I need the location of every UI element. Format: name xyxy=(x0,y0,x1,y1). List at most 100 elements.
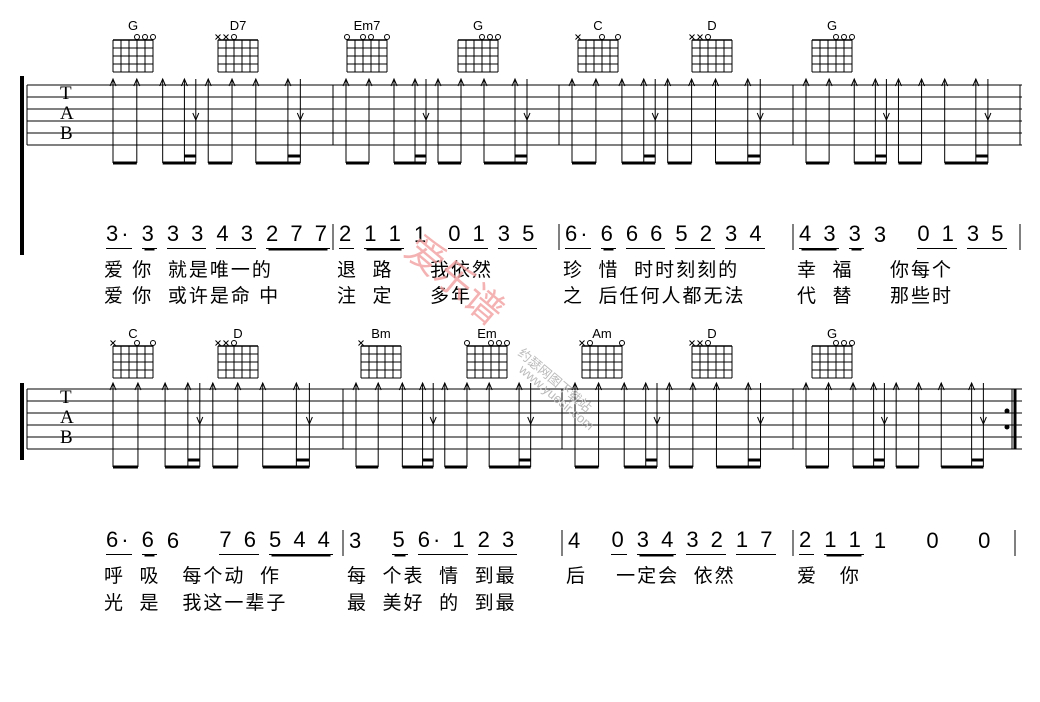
open-string-marker xyxy=(705,340,711,346)
chord-name: G xyxy=(472,18,484,33)
note-group: 3 3 xyxy=(166,222,207,249)
note-group: 2 7 7 xyxy=(266,222,330,249)
note-group: 0 1 xyxy=(917,222,957,249)
tab-clef-letter: A xyxy=(60,407,74,428)
lyric-line-2: 之 后任何人都无法 xyxy=(563,286,746,307)
open-string-marker xyxy=(495,34,501,40)
open-string-marker xyxy=(464,340,470,346)
note-group: 1 1 xyxy=(824,528,864,555)
note-group: 3 4 xyxy=(636,528,677,555)
lyric-line-1: 每 个表 情 到最 xyxy=(347,566,517,587)
note-group: 2 3 xyxy=(477,528,518,555)
note-group: 4 xyxy=(568,528,602,553)
note-group: 7 6 xyxy=(219,528,259,555)
open-string-marker xyxy=(841,34,847,40)
chord-name: Bm xyxy=(371,326,391,341)
repeat-dot xyxy=(1004,408,1010,414)
guitar-tab-sheet: T A B G D7 Em7 G C D G 3· 3 3 34 32 7 7爱 你 就是唯一的爱 你 … xyxy=(0,0,1040,702)
note-group: 6 xyxy=(141,528,157,555)
lyric-line-1: 幸 福 你每个 xyxy=(797,260,953,281)
chord-name: Em7 xyxy=(353,18,381,33)
note-group: 6 xyxy=(600,222,616,249)
notation-measure: 3 5 6· 1 2 3 xyxy=(343,528,562,555)
note-group: 5 2 xyxy=(675,222,715,249)
note-group: 2 xyxy=(339,222,355,249)
muted-string-marker xyxy=(689,34,695,40)
tab-clef-letter: T xyxy=(60,83,72,104)
note-group: 3 xyxy=(848,222,864,249)
open-string-marker xyxy=(849,340,855,346)
muted-string-marker xyxy=(697,34,703,40)
note-group: 3 5 xyxy=(497,222,538,249)
lyric-line-1: 呼 吸 每个动 作 xyxy=(104,566,281,587)
muted-string-marker xyxy=(358,340,364,346)
muted-string-marker xyxy=(215,34,221,40)
open-string-marker xyxy=(150,340,156,346)
lyric-line-1: 后 一定会 依然 xyxy=(566,566,736,587)
note-group: 3 5 xyxy=(966,222,1007,249)
muted-string-marker xyxy=(575,34,581,40)
note-group: 1 7 xyxy=(735,528,776,555)
note-group: 0 xyxy=(611,528,627,555)
note-group: 0 0 xyxy=(926,528,994,553)
muted-string-marker xyxy=(697,340,703,346)
open-string-marker xyxy=(496,340,502,346)
open-string-marker xyxy=(150,34,156,40)
note-group: 1 xyxy=(873,528,917,553)
notation-measure: 6· 6 6 6 5 2 3 4 xyxy=(559,222,793,249)
chord-name: D xyxy=(707,326,717,341)
open-string-marker xyxy=(488,340,494,346)
chord-name: C xyxy=(593,18,603,33)
muted-string-marker xyxy=(223,340,229,346)
tab-clef-letter: B xyxy=(60,427,73,448)
open-string-marker xyxy=(615,34,621,40)
lyric-line-1: 珍 惜 时时刻刻的 xyxy=(563,260,740,281)
notation-measure: 2 1 1 1 0 0 xyxy=(793,528,1015,555)
open-string-marker xyxy=(487,34,493,40)
note-group: 5 xyxy=(392,528,408,555)
open-string-marker xyxy=(841,340,847,346)
open-string-marker xyxy=(368,34,374,40)
muted-string-marker xyxy=(689,340,695,346)
note-group: 6· 1 xyxy=(417,528,468,555)
note-group: 6· xyxy=(565,222,591,249)
lyric-line-1: 爱 你 xyxy=(797,566,861,587)
tab-clef-letter: A xyxy=(60,103,74,124)
note-group: 6 6 xyxy=(625,222,666,249)
open-string-marker xyxy=(619,340,625,346)
note-group: 2 xyxy=(799,528,815,555)
staff-bracket xyxy=(20,383,24,460)
notation-measure: 6· 6 6 7 6 5 4 4 xyxy=(100,528,343,555)
repeat-dot xyxy=(1004,424,1010,430)
chord-name: C xyxy=(128,326,138,341)
lyric-line-2: 最 美好 的 到最 xyxy=(347,593,517,614)
notation-measure: 3· 3 3 3 4 3 2 7 7 xyxy=(100,222,333,249)
note-group: 1 1 xyxy=(364,222,404,249)
muted-string-marker xyxy=(223,34,229,40)
note-group: 4 3 xyxy=(799,222,839,249)
open-string-marker xyxy=(231,340,237,346)
muted-string-marker xyxy=(215,340,221,346)
open-string-marker xyxy=(833,34,839,40)
chord-name: G xyxy=(826,18,838,33)
chord-name: G xyxy=(826,326,838,341)
open-string-marker xyxy=(231,34,237,40)
muted-string-marker xyxy=(110,340,116,346)
note-group: 3 xyxy=(349,528,383,553)
chord-name: D xyxy=(233,326,243,341)
chord-name: D xyxy=(707,18,717,33)
lyric-line-2: 代 替 那些时 xyxy=(797,286,953,307)
open-string-marker xyxy=(344,34,350,40)
note-group: 4 3 xyxy=(216,222,256,249)
open-string-marker xyxy=(134,34,140,40)
chord-name: D7 xyxy=(229,18,247,33)
open-string-marker xyxy=(849,34,855,40)
open-string-marker xyxy=(142,34,148,40)
note-group: 6· xyxy=(106,528,132,555)
chord-name: Am xyxy=(592,326,612,341)
note-group: 6 xyxy=(166,528,210,553)
open-string-marker xyxy=(479,34,485,40)
note-group: 3 xyxy=(873,222,908,247)
lyric-line-2: 光 是 我这一辈子 xyxy=(104,593,288,614)
muted-string-marker xyxy=(579,340,585,346)
